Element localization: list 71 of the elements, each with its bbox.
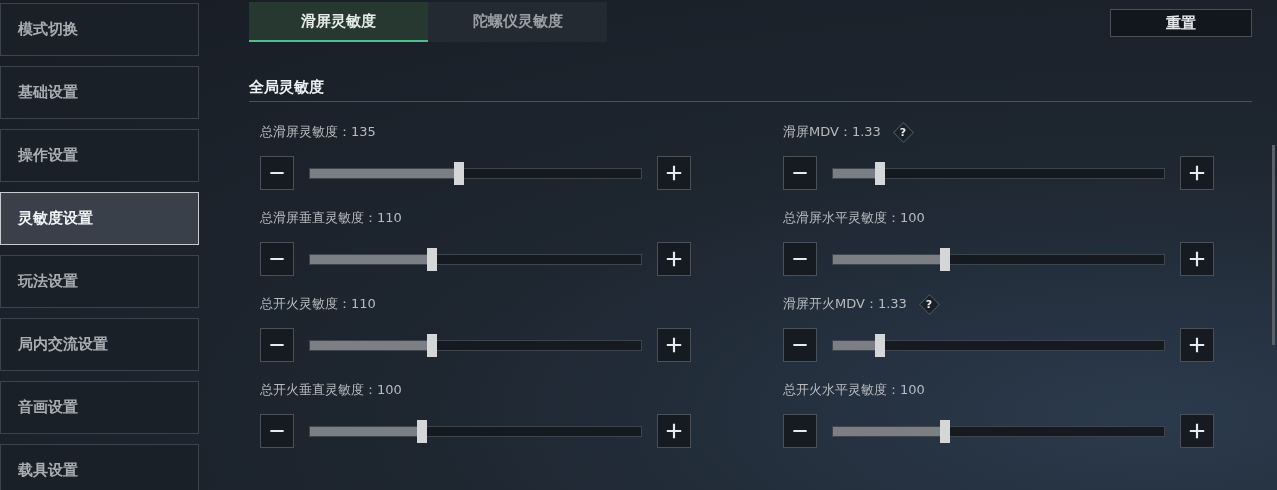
tab[interactable]: 陀螺仪灵敏度 bbox=[428, 2, 607, 42]
slider-track[interactable] bbox=[309, 253, 642, 265]
plus-button[interactable] bbox=[657, 414, 691, 448]
minus-icon bbox=[268, 430, 286, 432]
slider-thumb[interactable] bbox=[940, 247, 951, 271]
section-title: 全局灵敏度 bbox=[249, 78, 1252, 102]
reset-button[interactable]: 重置 bbox=[1110, 9, 1252, 37]
slider-thumb[interactable] bbox=[427, 333, 438, 357]
sidebar-item[interactable]: 载具设置 bbox=[0, 444, 199, 490]
help-button[interactable]: ? bbox=[918, 294, 939, 314]
plus-button[interactable] bbox=[1180, 242, 1214, 276]
slider-track[interactable] bbox=[309, 339, 642, 351]
setting-label: 滑屏MDV：1.33 bbox=[783, 123, 881, 141]
sidebar-item[interactable]: 灵敏度设置 bbox=[0, 192, 199, 245]
tab[interactable]: 滑屏灵敏度 bbox=[249, 2, 428, 42]
minus-button[interactable] bbox=[783, 414, 817, 448]
setting-label: 总开火灵敏度：110 bbox=[260, 295, 376, 313]
sidebar-item[interactable]: 操作设置 bbox=[0, 129, 199, 182]
slider-thumb[interactable] bbox=[453, 161, 464, 185]
minus-button[interactable] bbox=[783, 242, 817, 276]
setting-label: 总开火垂直灵敏度：100 bbox=[260, 381, 402, 399]
plus-button[interactable] bbox=[657, 328, 691, 362]
minus-button[interactable] bbox=[260, 414, 294, 448]
minus-icon bbox=[791, 258, 809, 260]
minus-button[interactable] bbox=[783, 328, 817, 362]
minus-button[interactable] bbox=[260, 328, 294, 362]
slider-track[interactable] bbox=[832, 339, 1165, 351]
setting-label: 总滑屏水平灵敏度：100 bbox=[783, 209, 925, 227]
plus-icon bbox=[1188, 336, 1206, 354]
slider-thumb[interactable] bbox=[875, 333, 886, 357]
slider-track[interactable] bbox=[832, 167, 1165, 179]
slider-thumb[interactable] bbox=[875, 161, 886, 185]
plus-button[interactable] bbox=[657, 242, 691, 276]
slider-thumb[interactable] bbox=[940, 419, 951, 443]
plus-icon bbox=[665, 164, 683, 182]
minus-icon bbox=[268, 344, 286, 346]
setting-label: 总滑屏灵敏度：135 bbox=[260, 123, 376, 141]
help-button[interactable]: ? bbox=[892, 122, 913, 142]
plus-button[interactable] bbox=[1180, 156, 1214, 190]
minus-icon bbox=[791, 430, 809, 432]
minus-icon bbox=[791, 344, 809, 346]
plus-icon bbox=[665, 422, 683, 440]
plus-icon bbox=[1188, 250, 1206, 268]
sidebar-item[interactable]: 局内交流设置 bbox=[0, 318, 199, 371]
setting-label: 滑屏开火MDV：1.33 bbox=[783, 295, 907, 313]
setting-label: 总滑屏垂直灵敏度：110 bbox=[260, 209, 402, 227]
sidebar-item[interactable]: 玩法设置 bbox=[0, 255, 199, 308]
plus-icon bbox=[1188, 164, 1206, 182]
sidebar-item[interactable]: 基础设置 bbox=[0, 66, 199, 119]
minus-icon bbox=[268, 258, 286, 260]
minus-icon bbox=[791, 172, 809, 174]
slider-thumb[interactable] bbox=[427, 247, 438, 271]
slider-track[interactable] bbox=[309, 167, 642, 179]
slider-thumb[interactable] bbox=[417, 419, 428, 443]
sidebar-item[interactable]: 音画设置 bbox=[0, 381, 199, 434]
setting-label: 总开火水平灵敏度：100 bbox=[783, 381, 925, 399]
plus-icon bbox=[665, 336, 683, 354]
plus-button[interactable] bbox=[657, 156, 691, 190]
slider-track[interactable] bbox=[832, 425, 1165, 437]
scrollbar[interactable] bbox=[1272, 145, 1275, 345]
minus-icon bbox=[268, 172, 286, 174]
minus-button[interactable] bbox=[260, 156, 294, 190]
plus-icon bbox=[665, 250, 683, 268]
plus-button[interactable] bbox=[1180, 328, 1214, 362]
slider-track[interactable] bbox=[832, 253, 1165, 265]
minus-button[interactable] bbox=[260, 242, 294, 276]
minus-button[interactable] bbox=[783, 156, 817, 190]
slider-track[interactable] bbox=[309, 425, 642, 437]
sidebar-item[interactable]: 模式切换 bbox=[0, 3, 199, 56]
plus-button[interactable] bbox=[1180, 414, 1214, 448]
plus-icon bbox=[1188, 422, 1206, 440]
